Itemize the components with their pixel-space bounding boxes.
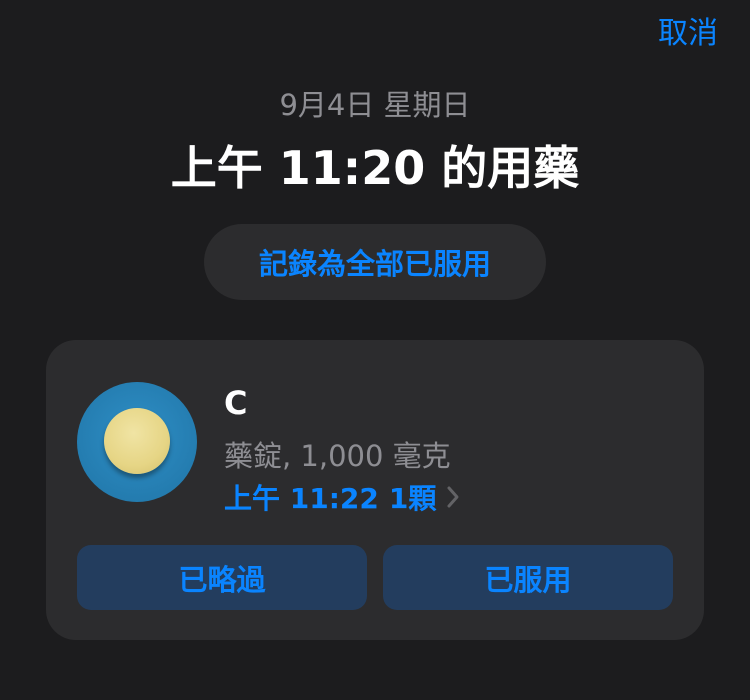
schedule-date: 9月4日 星期日 xyxy=(279,88,471,122)
dose-time: 上午 11:22 xyxy=(224,482,379,515)
skipped-button[interactable]: 已略過 xyxy=(77,545,367,610)
dose-time-row[interactable]: 上午 11:22 1顆 xyxy=(224,477,460,517)
cancel-button[interactable]: 取消 xyxy=(658,8,718,52)
log-all-taken-button[interactable]: 記錄為全部已服用 xyxy=(204,224,546,300)
chevron-right-icon xyxy=(447,486,459,508)
dose-amount: 1顆 xyxy=(388,482,437,515)
pill-shape xyxy=(104,408,170,474)
page-title: 上午 11:20 的用藥 xyxy=(170,141,580,195)
round-pill-icon xyxy=(77,382,197,502)
medication-name: C xyxy=(224,384,248,422)
taken-button[interactable]: 已服用 xyxy=(383,545,673,610)
medication-card: C 藥錠, 1,000 毫克 上午 11:22 1顆 已略過 已服用 xyxy=(46,340,704,640)
medication-log-sheet: 取消 9月4日 星期日 上午 11:20 的用藥 記錄為全部已服用 C 藥錠, … xyxy=(0,0,750,700)
medication-detail: 藥錠, 1,000 毫克 xyxy=(224,439,451,473)
